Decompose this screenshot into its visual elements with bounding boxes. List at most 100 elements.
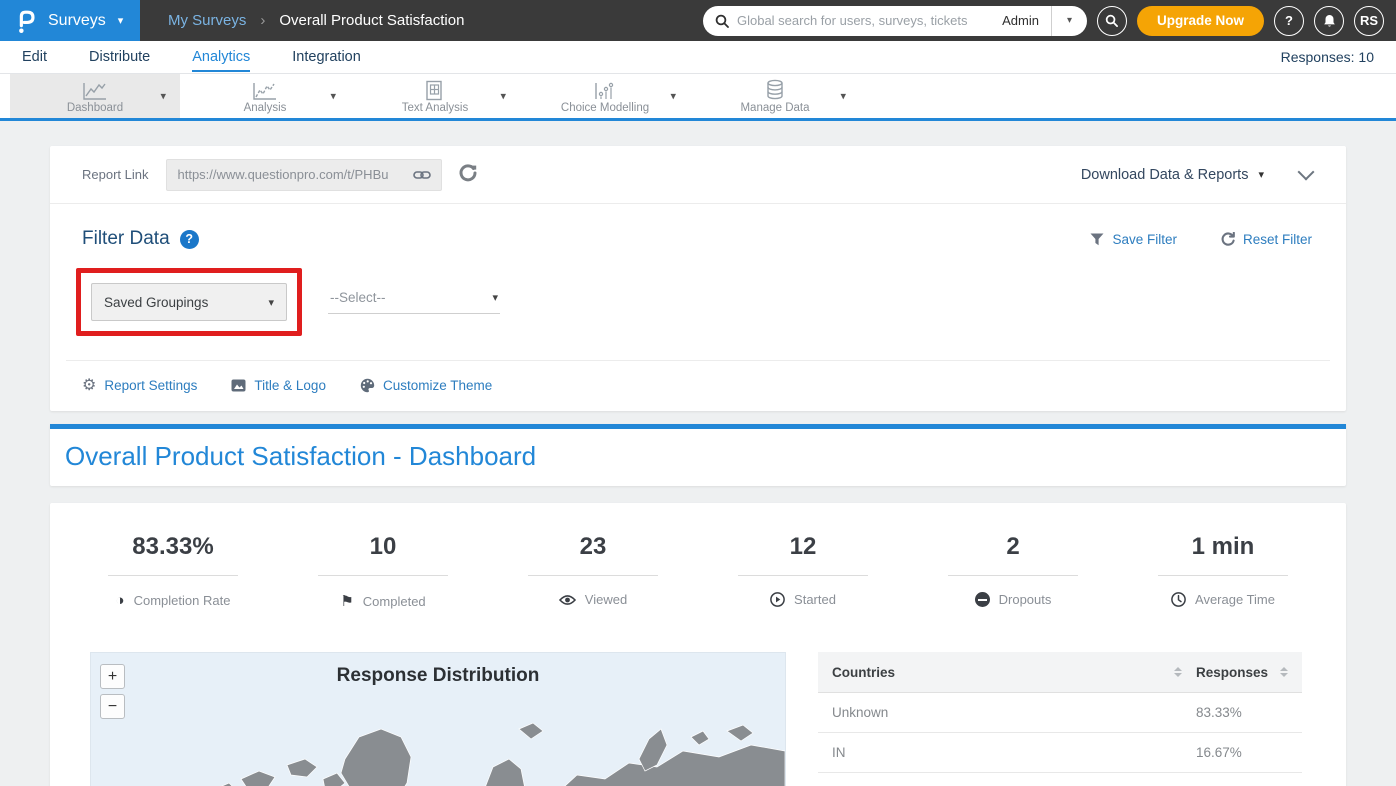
- caret-down-icon: ▾: [268, 296, 274, 309]
- database-icon: [765, 79, 785, 101]
- toolbar-tab-label: Choice Modelling: [561, 102, 649, 114]
- responses-count: Responses: 10: [1281, 49, 1374, 65]
- user-avatar[interactable]: RS: [1354, 6, 1384, 36]
- report-link-url: https://www.questionpro.com/t/PHBu: [177, 167, 413, 182]
- download-label: Download Data & Reports: [1081, 167, 1249, 183]
- customize-theme-link[interactable]: Customize Theme: [360, 378, 492, 393]
- manage-data-menu-caret[interactable]: ▾: [840, 90, 846, 103]
- stat-label: Average Time: [1195, 592, 1275, 607]
- stat-divider: [738, 575, 868, 576]
- line-chart-icon: [82, 79, 108, 101]
- sort-countries-icon[interactable]: [1174, 667, 1182, 677]
- annotation-highlight-box: Saved Groupings ▾: [76, 268, 302, 336]
- stat-divider: [528, 575, 658, 576]
- filter-data-title: Filter Data: [82, 228, 170, 250]
- toolbar-tab-dashboard[interactable]: Dashboard ▾: [10, 74, 180, 118]
- document-grid-icon: [425, 79, 445, 101]
- filter-controls-row: Saved Groupings ▾ --Select-- ▾: [50, 254, 1346, 356]
- table-row-total: Total 100.00%: [818, 773, 1302, 786]
- country-name: Unknown: [832, 705, 1176, 720]
- dashboard-menu-caret[interactable]: ▾: [160, 90, 166, 103]
- product-switcher-caret-icon: ▾: [118, 14, 124, 27]
- toolbar-tab-manage-data[interactable]: Manage Data ▾: [690, 74, 860, 118]
- toolbar-tab-text-analysis[interactable]: Text Analysis ▾: [350, 74, 520, 118]
- bell-icon: [1323, 14, 1336, 28]
- tab-edit[interactable]: Edit: [22, 43, 47, 72]
- eye-icon: [559, 594, 576, 606]
- breadcrumb-separator: ›: [260, 12, 265, 29]
- title-logo-link[interactable]: Title & Logo: [231, 378, 326, 393]
- tab-analytics[interactable]: Analytics: [192, 43, 250, 72]
- avatar-initials: RS: [1360, 13, 1378, 28]
- image-icon: [231, 379, 246, 392]
- stat-dropouts: 2 Dropouts: [908, 533, 1118, 610]
- trend-chart-icon: [252, 79, 278, 101]
- toolbar-tab-choice-modelling[interactable]: Choice Modelling ▾: [520, 74, 690, 118]
- toolbar-tab-label: Dashboard: [67, 102, 123, 114]
- breadcrumb-current-survey: Overall Product Satisfaction: [279, 12, 464, 29]
- collapse-panel-chevron-icon[interactable]: [1298, 164, 1315, 181]
- table-row: IN 16.67%: [818, 733, 1302, 773]
- search-scope-caret[interactable]: ▾: [1051, 6, 1087, 36]
- notifications-button[interactable]: [1314, 6, 1344, 36]
- table-row: Unknown 83.33%: [818, 693, 1302, 733]
- toolbar-tab-label: Manage Data: [740, 102, 809, 114]
- report-link-row: Report Link https://www.questionpro.com/…: [50, 146, 1346, 204]
- title-logo-label: Title & Logo: [254, 378, 326, 393]
- dot-chart-icon: [593, 79, 617, 101]
- report-settings-link[interactable]: ⚙ Report Settings: [82, 375, 197, 395]
- search-button[interactable]: [1097, 6, 1127, 36]
- stat-completion-rate: 83.33% ◑ Completion Rate: [68, 533, 278, 610]
- saved-groupings-select[interactable]: Saved Groupings ▾: [91, 283, 287, 321]
- map-zoom-in-button[interactable]: +: [100, 664, 125, 689]
- upgrade-now-button[interactable]: Upgrade Now: [1137, 6, 1264, 36]
- questionpro-logo-icon: [14, 8, 38, 34]
- responses-column-header[interactable]: Responses: [1196, 665, 1274, 680]
- report-link-field[interactable]: https://www.questionpro.com/t/PHBu: [166, 159, 442, 191]
- stat-started: 12 Started: [698, 533, 908, 610]
- reset-filter-label: Reset Filter: [1243, 232, 1312, 247]
- save-filter-button[interactable]: Save Filter: [1090, 232, 1177, 247]
- global-search-input[interactable]: [737, 13, 990, 28]
- help-button[interactable]: ?: [1274, 6, 1304, 36]
- clock-icon: [1171, 592, 1186, 607]
- stat-divider: [948, 575, 1078, 576]
- countries-table-header: Countries Responses: [818, 652, 1302, 693]
- global-search[interactable]: Admin ▾: [703, 6, 1087, 36]
- text-analysis-menu-caret[interactable]: ▾: [500, 90, 506, 103]
- search-scope-label: Admin: [990, 13, 1051, 28]
- sort-responses-icon[interactable]: [1280, 667, 1288, 677]
- analysis-menu-caret[interactable]: ▾: [330, 90, 336, 103]
- choice-modelling-menu-caret[interactable]: ▾: [670, 90, 676, 103]
- caret-down-icon: ▾: [1067, 15, 1072, 26]
- stat-value: 83.33%: [132, 533, 213, 561]
- regenerate-link-button[interactable]: [458, 163, 478, 186]
- funnel-icon: [1090, 233, 1104, 246]
- product-switcher-label: Surveys: [48, 12, 106, 30]
- dashboard-card: 83.33% ◑ Completion Rate 10 ⚑ Completed …: [50, 503, 1346, 786]
- stat-label: Completion Rate: [134, 593, 231, 608]
- survey-section-nav: Edit Distribute Analytics Integration Re…: [0, 41, 1396, 74]
- page-title: Overall Product Satisfaction - Dashboard: [65, 441, 1331, 472]
- tab-integration[interactable]: Integration: [292, 43, 361, 72]
- tab-distribute[interactable]: Distribute: [89, 43, 150, 72]
- world-map[interactable]: [91, 701, 785, 786]
- countries-column-header[interactable]: Countries: [832, 665, 1168, 680]
- stat-value: 23: [580, 533, 607, 561]
- stat-label: Completed: [363, 594, 426, 609]
- grouping-select-value: --Select--: [330, 290, 386, 305]
- toolbar-tab-analysis[interactable]: Analysis ▾: [180, 74, 350, 118]
- report-settings-label: Report Settings: [104, 378, 197, 393]
- search-icon: [715, 14, 729, 28]
- reset-filter-button[interactable]: Reset Filter: [1221, 232, 1312, 247]
- grouping-value-select[interactable]: --Select-- ▾: [328, 290, 500, 314]
- visualization-row: Response Distribution + −: [50, 652, 1346, 786]
- app-logo-surveys-menu[interactable]: Surveys ▾: [0, 0, 140, 41]
- filter-help-icon[interactable]: ?: [180, 230, 199, 249]
- topbar: Surveys ▾ My Surveys › Overall Product S…: [0, 0, 1396, 41]
- palette-icon: [360, 378, 375, 393]
- download-data-reports-dropdown[interactable]: Download Data & Reports ▾: [1081, 167, 1264, 183]
- country-name: IN: [832, 745, 1176, 760]
- stats-row: 83.33% ◑ Completion Rate 10 ⚑ Completed …: [50, 533, 1346, 610]
- breadcrumb-my-surveys[interactable]: My Surveys: [168, 12, 246, 29]
